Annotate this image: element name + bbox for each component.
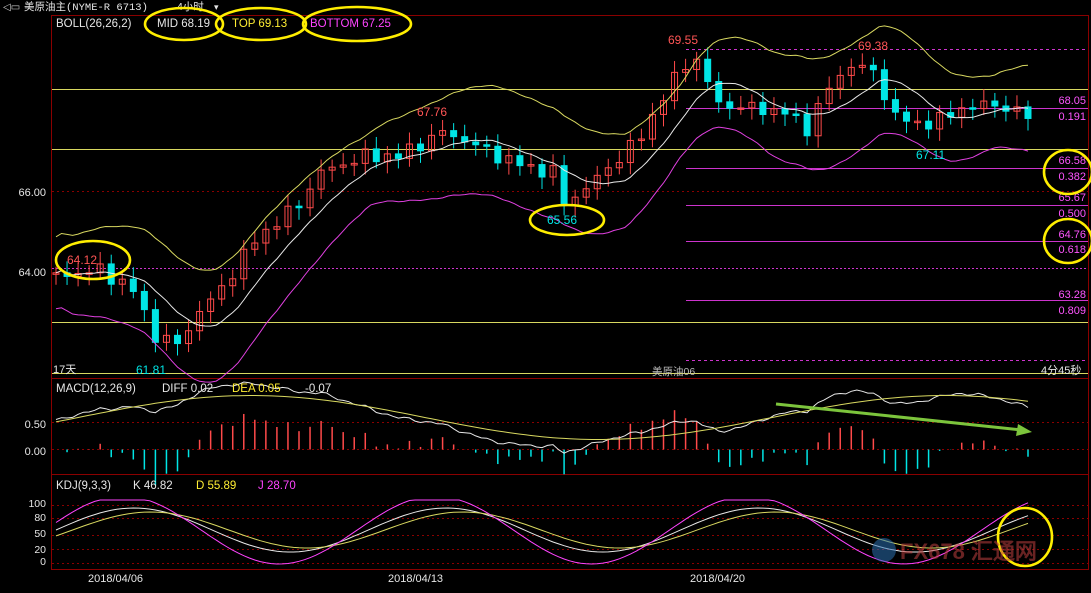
y-tick-label: 80 [34, 512, 46, 524]
candle-body [781, 108, 789, 115]
y-tick-label: 50 [34, 528, 46, 540]
candle-body [483, 144, 491, 147]
y-tick-label: 0.00 [25, 446, 46, 458]
candle-body [174, 334, 181, 345]
kdj-k-value: K 46.82 [133, 480, 173, 492]
candle-body [295, 205, 303, 209]
annotation-low: 61.81 [136, 363, 166, 377]
fib-price-label: 63.28 [1058, 289, 1086, 301]
x-tick-label: 2018/04/06 [88, 573, 143, 585]
candle-body [494, 145, 502, 164]
kdj-d-value: D 55.89 [196, 480, 236, 492]
chart-window: ◁▭ 美原油主(NYME-R 6713) 4小时 ▾ BOLL(26,26,2)… [0, 0, 1091, 588]
annotation-low: 64.12 [67, 253, 97, 267]
logo-text: FX678 汇通网 [900, 539, 1037, 564]
fib-price-label: 66.58 [1058, 155, 1086, 167]
candle-body [925, 120, 933, 130]
annotation-high: 69.38 [858, 39, 888, 53]
period-dropdown-icon[interactable]: ▾ [214, 2, 219, 12]
candle-body [107, 263, 115, 285]
fib-ratio-label: 0.191 [1058, 111, 1086, 123]
y-tick-label: 0.50 [25, 419, 46, 431]
annotation-low: 67.11 [916, 148, 945, 162]
macd-diff-value: DIFF 0.02 [162, 383, 213, 395]
back-icon[interactable]: ◁▭ [3, 2, 20, 13]
candle-body [140, 290, 148, 311]
candle-body [991, 100, 999, 107]
candle-body [704, 58, 712, 83]
candle-body [372, 148, 380, 163]
y-tick-label: 0 [40, 556, 46, 568]
candle-body [891, 99, 899, 113]
fib-price-label: 68.05 [1058, 95, 1086, 107]
y-tick-label: 66.00 [18, 187, 46, 199]
boll-mid-value: MID 68.19 [157, 18, 210, 30]
candle-body [450, 130, 458, 138]
candle-body [151, 309, 159, 343]
candle-body [869, 64, 877, 71]
candle-body [538, 164, 546, 178]
macd-hist-value: -0.07 [305, 383, 331, 395]
candle-body [880, 69, 888, 101]
boll-top-value: TOP 69.13 [232, 18, 287, 30]
instrument-title: 美原油主(NYME-R 6713) [24, 0, 148, 14]
y-tick-label: 20 [34, 544, 46, 556]
countdown-label: 4分45秒 [1041, 363, 1081, 377]
fib-ratio-label: 0.382 [1058, 171, 1086, 183]
candle-body [969, 107, 977, 110]
annotation-high: 69.55 [668, 33, 698, 47]
candle-body [792, 113, 800, 117]
watermark-label: 美原油06 [652, 365, 695, 378]
candle-body [726, 101, 734, 109]
kdj-j-value: J 28.70 [258, 480, 296, 492]
y-tick-label: 64.00 [18, 267, 46, 279]
fib-price-label: 64.76 [1058, 229, 1086, 241]
candle-body [129, 278, 137, 292]
candle-body [759, 101, 767, 115]
fib-ratio-label: 0.809 [1058, 305, 1086, 317]
annotation-high: 67.76 [417, 105, 447, 119]
boll-label[interactable]: BOLL(26,26,2) [56, 18, 132, 30]
candle-body [516, 155, 524, 167]
logo-globe-icon [872, 538, 896, 562]
candle-body [903, 111, 910, 122]
days-label: 17天 [53, 364, 76, 376]
boll-bottom-value: BOTTOM 67.25 [310, 18, 391, 30]
candle-body [1024, 106, 1032, 119]
x-tick-label: 2018/04/20 [690, 573, 745, 585]
fib-ratio-label: 0.618 [1058, 244, 1086, 256]
y-tick-label: 100 [28, 498, 46, 510]
annotation-low: 65.56 [547, 213, 577, 227]
x-tick-label: 2018/04/13 [388, 573, 443, 585]
candle-body [417, 143, 424, 152]
kdj-label[interactable]: KDJ(9,3,3) [56, 480, 111, 492]
macd-label[interactable]: MACD(12,26,9) [56, 383, 136, 395]
macd-dea-value: DEA 0.05 [232, 383, 281, 395]
chart-canvas: ◁▭ 美原油主(NYME-R 6713) 4小时 ▾ BOLL(26,26,2)… [0, 0, 1091, 588]
candle-body [472, 141, 480, 146]
candle-body [394, 153, 402, 159]
candle-body [803, 113, 811, 137]
